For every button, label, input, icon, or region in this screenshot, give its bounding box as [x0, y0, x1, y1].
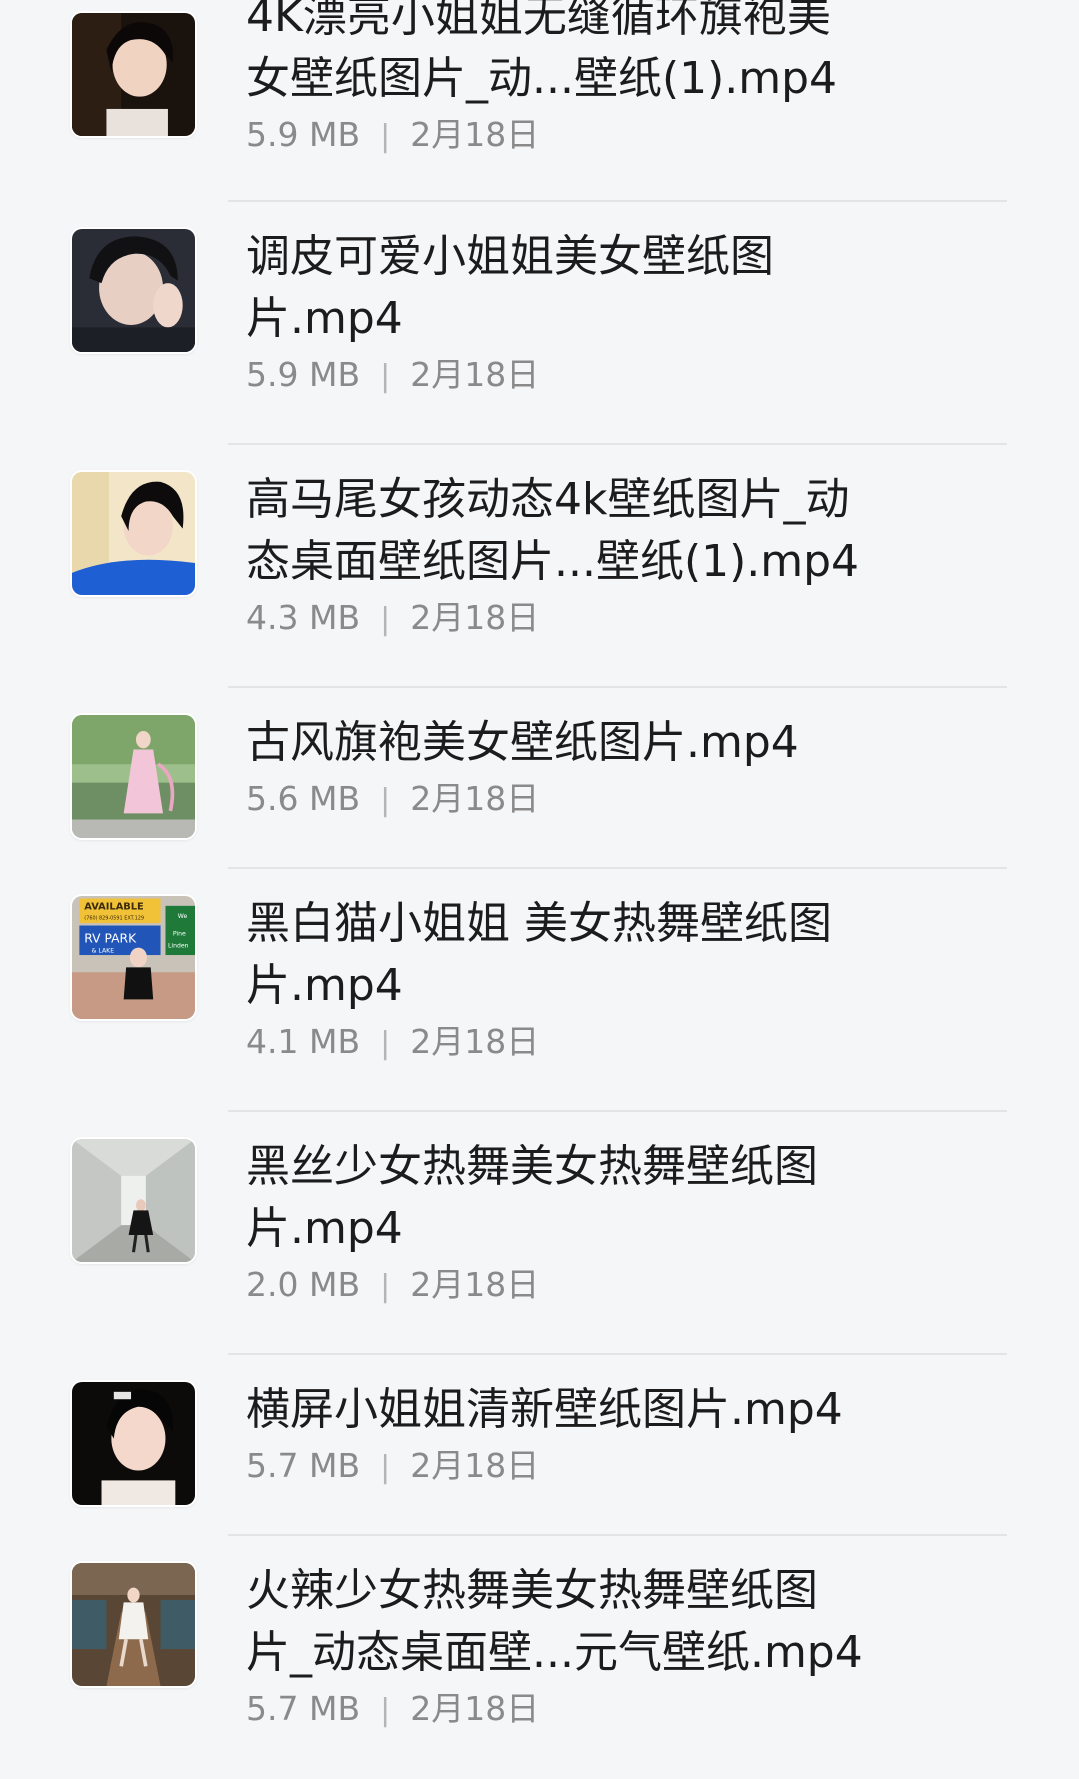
file-size: 5.7 MB — [246, 1689, 361, 1728]
file-name-line: 黑丝少女热舞美女热舞壁纸图 — [246, 1141, 818, 1192]
file-date: 2月18日 — [410, 355, 540, 394]
list-item[interactable]: 横屏小姐姐清新壁纸图片.mp4 5.7 MB | 2月18日 — [0, 1355, 1079, 1536]
meta-separator: | — [380, 602, 391, 637]
file-name-line: 火辣少女热舞美女热舞壁纸图 — [246, 1565, 818, 1616]
file-name: 高马尾女孩动态4k壁纸图片_动 态桌面壁纸图片...壁纸(1).mp4 — [246, 469, 926, 593]
meta-separator: | — [380, 119, 391, 154]
file-date: 2月18日 — [410, 1265, 540, 1304]
meta-separator: | — [380, 359, 391, 394]
file-name: 黑丝少女热舞美女热舞壁纸图 片.mp4 — [246, 1136, 926, 1260]
file-meta: 5.9 MB | 2月18日 — [246, 350, 926, 402]
file-name-line: 片.mp4 — [246, 960, 403, 1011]
list-item[interactable]: 高马尾女孩动态4k壁纸图片_动 态桌面壁纸图片...壁纸(1).mp4 4.3 … — [0, 445, 1079, 688]
meta-separator: | — [380, 1450, 391, 1485]
video-thumbnail — [72, 472, 195, 595]
list-item[interactable]: AVAILABLE (760) 829-0591 EXT.129 RV PARK… — [0, 869, 1079, 1112]
meta-separator: | — [380, 1026, 391, 1061]
list-item[interactable]: 4K漂亮小姐姐无缝循环旗袍美 女壁纸图片_动...壁纸(1).mp4 5.9 M… — [0, 0, 1079, 202]
file-name-line: 横屏小姐姐清新壁纸图片.mp4 — [246, 1384, 843, 1435]
video-thumbnail — [72, 1139, 195, 1262]
video-thumbnail — [72, 13, 195, 136]
sign-text: RV PARK — [84, 932, 137, 946]
file-date: 2月18日 — [410, 1022, 540, 1061]
meta-separator: | — [380, 1693, 391, 1728]
file-meta: 4.1 MB | 2月18日 — [246, 1017, 926, 1069]
video-thumbnail — [72, 1382, 195, 1505]
sign-text: AVAILABLE — [84, 902, 143, 913]
file-size: 4.1 MB — [246, 1022, 361, 1061]
file-name-line: 调皮可爱小姐姐美女壁纸图 — [246, 231, 774, 282]
file-name: 横屏小姐姐清新壁纸图片.mp4 — [246, 1379, 926, 1441]
meta-separator: | — [380, 783, 391, 818]
list-item[interactable]: 黑丝少女热舞美女热舞壁纸图 片.mp4 2.0 MB | 2月18日 — [0, 1112, 1079, 1355]
file-size: 5.6 MB — [246, 779, 361, 818]
file-size: 5.9 MB — [246, 115, 361, 154]
video-thumbnail — [72, 715, 195, 838]
file-meta: 2.0 MB | 2月18日 — [246, 1260, 926, 1312]
file-name: 4K漂亮小姐姐无缝循环旗袍美 女壁纸图片_动...壁纸(1).mp4 — [246, 0, 926, 110]
file-size: 2.0 MB — [246, 1265, 361, 1304]
file-size: 5.7 MB — [246, 1446, 361, 1485]
sign-text: (760) 829-0591 EXT.129 — [84, 915, 144, 921]
file-date: 2月18日 — [410, 1689, 540, 1728]
list-item[interactable]: 古风旗袍美女壁纸图片.mp4 5.6 MB | 2月18日 — [0, 688, 1079, 869]
sign-text: Linden — [168, 943, 189, 950]
meta-separator: | — [380, 1269, 391, 1304]
list-item[interactable]: 调皮可爱小姐姐美女壁纸图 片.mp4 5.9 MB | 2月18日 — [0, 202, 1079, 445]
file-name-line: 高马尾女孩动态4k壁纸图片_动 — [246, 474, 850, 525]
sign-text: We — [178, 913, 188, 920]
file-meta: 5.6 MB | 2月18日 — [246, 774, 926, 826]
file-name: 调皮可爱小姐姐美女壁纸图 片.mp4 — [246, 226, 926, 350]
file-meta: 4.3 MB | 2月18日 — [246, 593, 926, 645]
video-thumbnail — [72, 229, 195, 352]
file-date: 2月18日 — [410, 779, 540, 818]
file-name: 火辣少女热舞美女热舞壁纸图 片_动态桌面壁...元气壁纸.mp4 — [246, 1560, 926, 1684]
file-name-line: 古风旗袍美女壁纸图片.mp4 — [246, 717, 799, 768]
video-thumbnail: AVAILABLE (760) 829-0591 EXT.129 RV PARK… — [72, 896, 195, 1019]
file-name-line: 态桌面壁纸图片...壁纸(1).mp4 — [246, 536, 860, 587]
file-date: 2月18日 — [410, 115, 540, 154]
file-name-line: 片.mp4 — [246, 1203, 403, 1254]
file-name: 古风旗袍美女壁纸图片.mp4 — [246, 712, 926, 774]
list-item[interactable]: 火辣少女热舞美女热舞壁纸图 片_动态桌面壁...元气壁纸.mp4 5.7 MB |… — [0, 1536, 1079, 1779]
file-name-line: 黑白猫小姐姐 美女热舞壁纸图 — [246, 898, 832, 949]
file-meta: 5.7 MB | 2月18日 — [246, 1441, 926, 1493]
file-name-line: 片.mp4 — [246, 293, 403, 344]
file-size: 4.3 MB — [246, 598, 361, 637]
sign-text: Pine — [173, 930, 186, 937]
file-meta: 5.7 MB | 2月18日 — [246, 1684, 926, 1736]
file-meta: 5.9 MB | 2月18日 — [246, 110, 926, 162]
file-name-line: 4K漂亮小姐姐无缝循环旗袍美 — [246, 0, 831, 42]
file-name-line: 片_动态桌面壁...元气壁纸.mp4 — [246, 1627, 863, 1678]
file-date: 2月18日 — [410, 598, 540, 637]
video-thumbnail — [72, 1563, 195, 1686]
file-name-line: 女壁纸图片_动...壁纸(1).mp4 — [246, 53, 838, 104]
file-name: 黑白猫小姐姐 美女热舞壁纸图 片.mp4 — [246, 893, 926, 1017]
file-size: 5.9 MB — [246, 355, 361, 394]
sign-text: & LAKE — [92, 948, 115, 955]
file-date: 2月18日 — [410, 1446, 540, 1485]
